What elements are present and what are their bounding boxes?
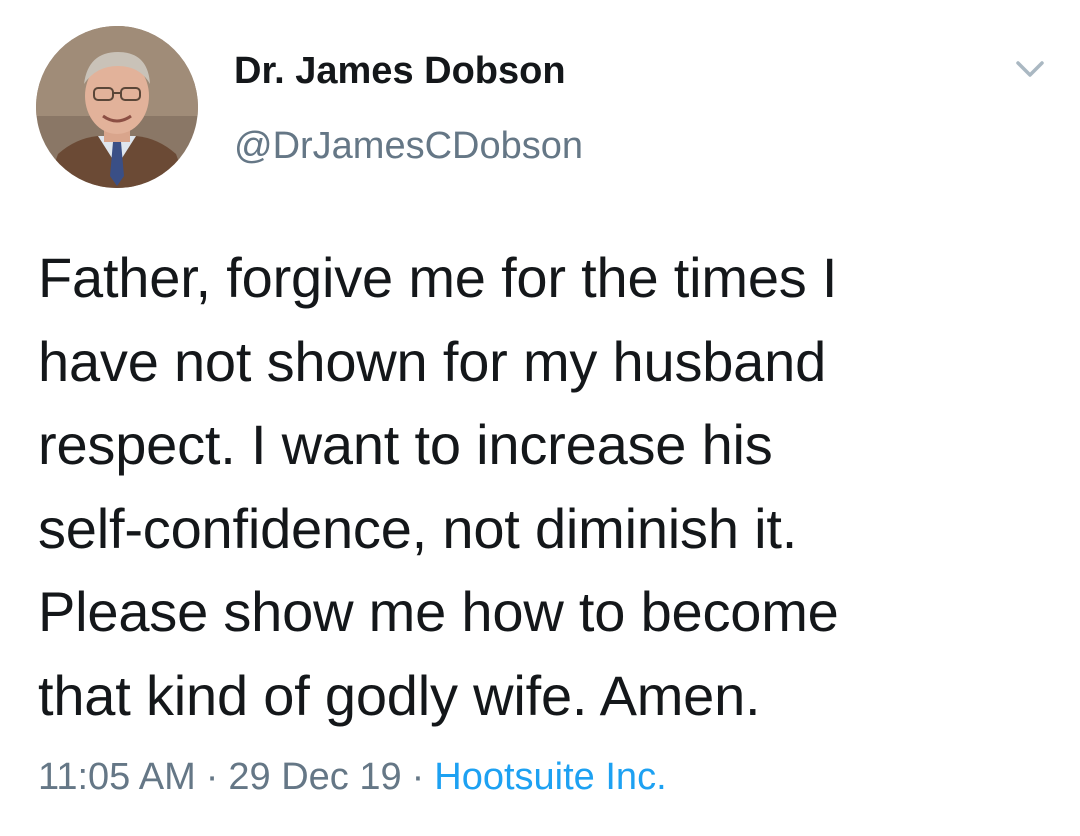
meta-separator: · [411, 756, 425, 798]
chevron-down-icon[interactable] [1010, 54, 1050, 84]
profile-photo-icon [36, 26, 198, 188]
tweet-card: Dr. James Dobson @DrJamesCDobson Father,… [0, 0, 1080, 836]
tweet-time[interactable]: 11:05 AM [38, 756, 196, 798]
tweet-text-line: that kind of godly wife. Amen. [38, 663, 761, 727]
tweet-date[interactable]: 29 Dec 19 [228, 756, 401, 798]
tweet-text-line: Father, forgive me for the times I [38, 246, 838, 309]
tweet-text-line: have not shown for my husband [38, 329, 827, 393]
tweet-text-line: self-confidence, not diminish it. [38, 496, 798, 560]
tweet-text: Father, forgive me for the times I have … [38, 236, 1048, 737]
tweet-meta: 11:05 AM · 29 Dec 19 · Hootsuite Inc. [38, 756, 667, 799]
meta-separator: · [205, 756, 219, 798]
user-handle[interactable]: @DrJamesCDobson [234, 125, 583, 168]
avatar[interactable] [36, 26, 198, 188]
tweet-text-line: Please show me how to become [38, 580, 839, 643]
tweet-source-link[interactable]: Hootsuite Inc. [434, 756, 666, 798]
display-name[interactable]: Dr. James Dobson [234, 50, 566, 93]
tweet-text-line: respect. I want to increase his [38, 413, 773, 476]
